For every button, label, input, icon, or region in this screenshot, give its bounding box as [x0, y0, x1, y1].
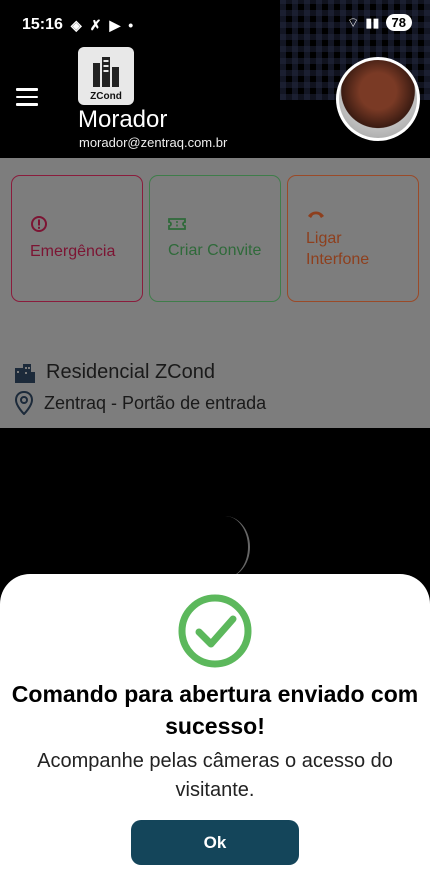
- gate-name: Zentraq - Portão de entrada: [44, 392, 267, 413]
- emergency-button[interactable]: Emergência: [11, 175, 143, 302]
- battery-icon: 78: [385, 14, 412, 31]
- avatar[interactable]: [336, 57, 420, 141]
- dot-icon: •: [128, 17, 134, 33]
- building-logo-icon: [93, 57, 119, 87]
- ticket-icon: [168, 218, 186, 230]
- logo-text: ZCond: [90, 91, 122, 102]
- phone-hangup-icon: [308, 211, 324, 218]
- menu-icon[interactable]: [16, 88, 38, 106]
- call-intercom-label: Ligar Interfone: [306, 229, 370, 268]
- wifi-icon: ⌔: [346, 14, 360, 30]
- condominium-name: Residencial ZCond: [46, 361, 215, 383]
- create-invite-button[interactable]: Criar Convite: [149, 175, 281, 302]
- app-logo: ZCond: [78, 47, 134, 105]
- signal-icon: ▮▮: [365, 14, 380, 30]
- success-dialog: Comando para abertura enviado com sucess…: [0, 574, 430, 880]
- call-intercom-button[interactable]: Ligar Interfone: [287, 175, 419, 302]
- emergency-label: Emergência: [30, 243, 116, 260]
- loading-spinner: [200, 516, 250, 578]
- condominium-row: Residencial ZCond: [14, 361, 215, 384]
- status-icons-left: ◈ ✗ ▶ •: [71, 17, 133, 34]
- gate-row: Zentraq - Portão de entrada: [14, 391, 266, 415]
- app-header: 15:16 ◈ ✗ ▶ • ⌔ ▮▮ 78 ZCond Morador mora…: [0, 0, 430, 158]
- youtube-icon: ▶: [109, 16, 121, 33]
- ok-button[interactable]: Ok: [131, 820, 299, 865]
- missed-call-icon: ✗: [89, 16, 102, 33]
- dialog-message: Acompanhe pelas câmeras o acesso do visi…: [37, 750, 393, 801]
- check-circle-icon: [178, 594, 252, 668]
- avatar-photo: [339, 60, 417, 138]
- diamond-icon: ◈: [70, 16, 82, 33]
- alert-circle-icon: [31, 216, 47, 232]
- status-time: 15:16: [22, 16, 63, 33]
- user-email: morador@zentraq.com.br: [79, 135, 228, 150]
- create-invite-label: Criar Convite: [168, 242, 262, 259]
- buildings-icon: [15, 363, 35, 383]
- status-icons-right: ⌔ ▮▮ 78: [347, 14, 412, 31]
- user-name: Morador: [78, 106, 168, 133]
- main-content: Emergência Criar Convite Ligar Interfone…: [0, 158, 430, 428]
- dialog-title: Comando para abertura enviado com sucess…: [11, 681, 419, 739]
- location-pin-icon: [14, 391, 34, 415]
